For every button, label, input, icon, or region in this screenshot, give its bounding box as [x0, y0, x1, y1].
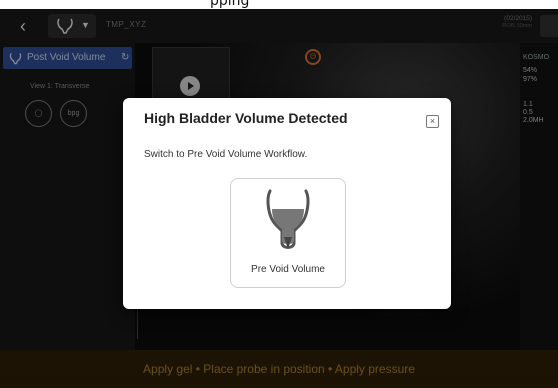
top-strip: pping	[0, 0, 558, 9]
ultrasound-app: ‹ ▼ TMP_XYZ (02/2015) ROI5 50mm Post Voi…	[0, 9, 558, 388]
bladder-icon	[266, 189, 310, 249]
dialog-title: High Bladder Volume Detected	[144, 110, 348, 126]
pre-void-volume-button[interactable]: Pre Void Volume	[230, 178, 346, 288]
high-volume-dialog: High Bladder Volume Detected × Switch to…	[123, 98, 451, 309]
close-icon[interactable]: ×	[426, 115, 439, 128]
dialog-message: Switch to Pre Void Volume Workflow.	[144, 149, 308, 160]
top-strip-text: pping	[210, 0, 250, 9]
option-label: Pre Void Volume	[251, 264, 325, 275]
